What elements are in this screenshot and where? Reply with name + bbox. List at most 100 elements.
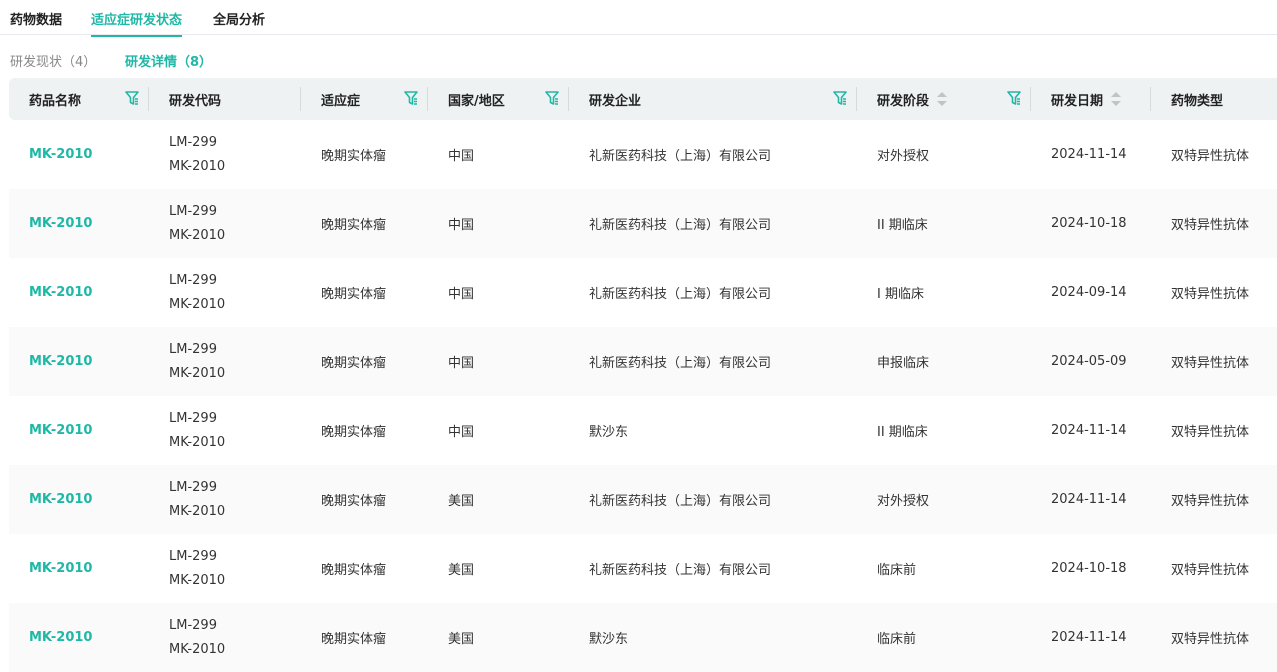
subtab-details[interactable]: 研发详情（8） bbox=[125, 51, 212, 70]
company-text: 礼新医药科技（上海）有限公司 bbox=[589, 218, 772, 233]
stage-text: 申报临床 bbox=[877, 356, 930, 371]
rd-table: 药品名称 研发代码 适应症 国家/地区 研发企业 研发阶段 研发日期 药物类型 MK-2010… bbox=[9, 78, 1277, 672]
cell-company: 默沙东 bbox=[569, 603, 857, 672]
region-text: 中国 bbox=[448, 218, 475, 233]
cell-ind: 晚期实体瘤 bbox=[301, 327, 428, 396]
tab-global-analysis[interactable]: 全局分析 bbox=[213, 9, 265, 35]
filter-icon[interactable] bbox=[833, 90, 847, 106]
cell-ind: 晚期实体瘤 bbox=[301, 396, 428, 465]
ind-text: 晚期实体瘤 bbox=[321, 425, 387, 440]
ind-text: 晚期实体瘤 bbox=[321, 632, 387, 647]
cell-code: LM-299 MK-2010 bbox=[149, 189, 301, 258]
tab-drug-data[interactable]: 药物数据 bbox=[10, 9, 62, 35]
drug-name-link[interactable]: MK-2010 bbox=[29, 216, 92, 231]
table-row: MK-2010 LM-299 MK-2010 晚期实体瘤 中国 默沙东 II 期临床 2024… bbox=[9, 396, 1277, 465]
column-header-label: 国家/地区 bbox=[448, 93, 505, 109]
ind-text: 晚期实体瘤 bbox=[321, 287, 387, 302]
cell-region: 美国 bbox=[428, 534, 569, 603]
drug-name-link[interactable]: MK-2010 bbox=[29, 354, 92, 369]
cell-type: 双特异性抗体 bbox=[1151, 465, 1277, 534]
sort-icon[interactable] bbox=[1111, 92, 1122, 106]
filter-icon[interactable] bbox=[1007, 90, 1021, 106]
cell-type: 双特异性抗体 bbox=[1151, 120, 1277, 189]
stage-text: II 期临床 bbox=[877, 218, 928, 233]
stage-text: 对外授权 bbox=[877, 149, 930, 164]
cell-date: 2024-09-14 bbox=[1031, 258, 1151, 327]
cell-code: LM-299 MK-2010 bbox=[149, 396, 301, 465]
cell-region: 中国 bbox=[428, 189, 569, 258]
column-header: 研发阶段 bbox=[857, 78, 1031, 120]
company-text: 礼新医药科技（上海）有限公司 bbox=[589, 287, 772, 302]
drug-name-link[interactable]: MK-2010 bbox=[29, 561, 92, 576]
stage-text: II 期临床 bbox=[877, 425, 928, 440]
drug-name-link[interactable]: MK-2010 bbox=[29, 147, 92, 162]
type-text: 双特异性抗体 bbox=[1171, 149, 1250, 164]
cell-date: 2024-10-18 bbox=[1031, 534, 1151, 603]
filter-icon[interactable] bbox=[125, 90, 139, 106]
cell-date: 2024-10-18 bbox=[1031, 189, 1151, 258]
type-text: 双特异性抗体 bbox=[1171, 287, 1250, 302]
table-row: MK-2010 LM-299 MK-2010 晚期实体瘤 美国 默沙东 临床前 2024-11… bbox=[9, 603, 1277, 672]
code-2: MK-2010 bbox=[169, 434, 226, 450]
company-text: 礼新医药科技（上海）有限公司 bbox=[589, 563, 772, 578]
cell-stage: 临床前 bbox=[857, 603, 1031, 672]
region-text: 中国 bbox=[448, 287, 475, 302]
cell-name: MK-2010 bbox=[9, 258, 149, 327]
company-text: 礼新医药科技（上海）有限公司 bbox=[589, 356, 772, 371]
cell-company: 礼新医药科技（上海）有限公司 bbox=[569, 465, 857, 534]
cell-type: 双特异性抗体 bbox=[1151, 603, 1277, 672]
cell-company: 礼新医药科技（上海）有限公司 bbox=[569, 120, 857, 189]
cell-name: MK-2010 bbox=[9, 465, 149, 534]
cell-stage: II 期临床 bbox=[857, 396, 1031, 465]
tab-indication-status[interactable]: 适应症研发状态 bbox=[91, 9, 183, 37]
cell-date: 2024-11-14 bbox=[1031, 465, 1151, 534]
code-2: MK-2010 bbox=[169, 365, 226, 381]
cell-code: LM-299 MK-2010 bbox=[149, 465, 301, 534]
region-text: 中国 bbox=[448, 356, 475, 371]
cell-region: 中国 bbox=[428, 258, 569, 327]
region-text: 美国 bbox=[448, 632, 475, 647]
cell-date: 2024-11-14 bbox=[1031, 120, 1151, 189]
cell-name: MK-2010 bbox=[9, 327, 149, 396]
cell-stage: 申报临床 bbox=[857, 327, 1031, 396]
type-text: 双特异性抗体 bbox=[1171, 356, 1250, 371]
date-text: 2024-11-14 bbox=[1051, 492, 1127, 507]
code-2: MK-2010 bbox=[169, 296, 226, 312]
region-text: 中国 bbox=[448, 149, 475, 164]
code-2: MK-2010 bbox=[169, 572, 226, 588]
code-2: MK-2010 bbox=[169, 641, 226, 657]
column-header: 研发企业 bbox=[569, 78, 857, 120]
cell-code: LM-299 MK-2010 bbox=[149, 327, 301, 396]
cell-region: 美国 bbox=[428, 603, 569, 672]
cell-region: 中国 bbox=[428, 120, 569, 189]
column-header: 适应症 bbox=[301, 78, 428, 120]
cell-company: 礼新医药科技（上海）有限公司 bbox=[569, 189, 857, 258]
column-header: 国家/地区 bbox=[428, 78, 569, 120]
sort-icon[interactable] bbox=[937, 92, 948, 106]
cell-company: 礼新医药科技（上海）有限公司 bbox=[569, 327, 857, 396]
drug-name-link[interactable]: MK-2010 bbox=[29, 492, 92, 507]
column-header-label: 研发代码 bbox=[169, 93, 222, 109]
drug-name-link[interactable]: MK-2010 bbox=[29, 630, 92, 645]
cell-code: LM-299 MK-2010 bbox=[149, 534, 301, 603]
type-text: 双特异性抗体 bbox=[1171, 218, 1250, 233]
filter-icon[interactable] bbox=[545, 90, 559, 106]
ind-text: 晚期实体瘤 bbox=[321, 218, 387, 233]
cell-stage: 对外授权 bbox=[857, 120, 1031, 189]
cell-ind: 晚期实体瘤 bbox=[301, 603, 428, 672]
code-1: LM-299 bbox=[169, 272, 217, 288]
drug-name-link[interactable]: MK-2010 bbox=[29, 423, 92, 438]
cell-region: 中国 bbox=[428, 396, 569, 465]
table-row: MK-2010 LM-299 MK-2010 晚期实体瘤 中国 礼新医药科技（上海）有限公… bbox=[9, 189, 1277, 258]
table-header: 药品名称 研发代码 适应症 国家/地区 研发企业 研发阶段 研发日期 药物类型 bbox=[9, 78, 1277, 120]
cell-type: 双特异性抗体 bbox=[1151, 258, 1277, 327]
company-text: 礼新医药科技（上海）有限公司 bbox=[589, 149, 772, 164]
type-text: 双特异性抗体 bbox=[1171, 425, 1250, 440]
column-header: 研发日期 bbox=[1031, 78, 1151, 120]
table-row: MK-2010 LM-299 MK-2010 晚期实体瘤 中国 礼新医药科技（上海）有限公… bbox=[9, 327, 1277, 396]
drug-name-link[interactable]: MK-2010 bbox=[29, 285, 92, 300]
table-row: MK-2010 LM-299 MK-2010 晚期实体瘤 美国 礼新医药科技（上海）有限公… bbox=[9, 465, 1277, 534]
column-header: 药品名称 bbox=[9, 78, 149, 120]
filter-icon[interactable] bbox=[404, 90, 418, 106]
subtab-status[interactable]: 研发现状（4） bbox=[10, 51, 96, 70]
